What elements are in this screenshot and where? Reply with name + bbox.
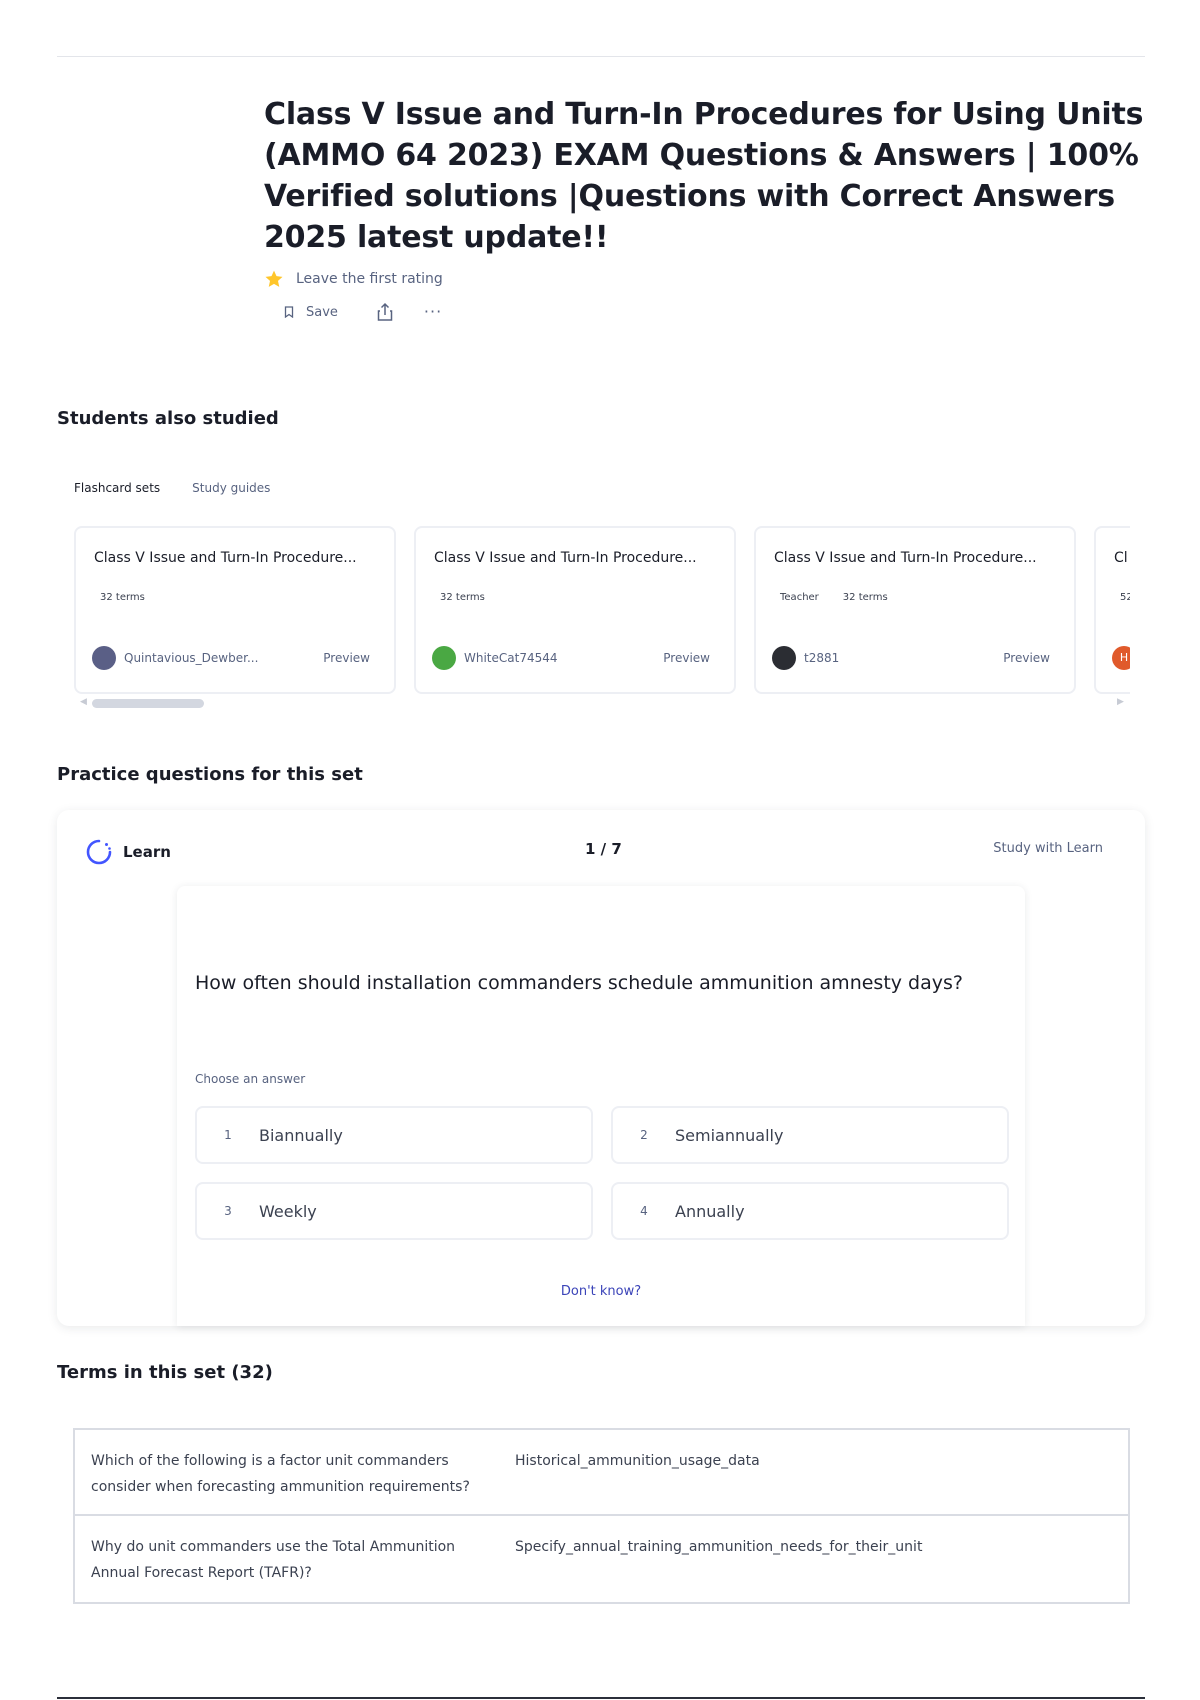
tab-flashcard-sets[interactable]: Flashcard sets — [74, 481, 160, 495]
answer-text: Weekly — [259, 1201, 317, 1221]
avatar — [92, 646, 116, 670]
card-role-badge: Teacher — [780, 592, 819, 603]
card-title: Class V Issue and Turn-In Procedure... — [434, 550, 697, 566]
answer-option-3[interactable]: 3 Weekly — [195, 1182, 593, 1240]
related-sets-carousel: Class V Issue and Turn-In Procedure... 3… — [74, 526, 1130, 696]
card-title: Class V Issue and Turn-In Procedure... — [94, 550, 357, 566]
related-set-card[interactable]: Class V Issue and Turn-In Procedure... 3… — [74, 526, 396, 694]
card-footer: WhiteCat74544 Preview — [432, 646, 710, 670]
related-set-card[interactable]: Class V Issue and Turn-In Procedure... 3… — [414, 526, 736, 694]
preview-button[interactable]: Preview — [323, 651, 370, 665]
practice-questions-heading: Practice questions for this set — [57, 764, 363, 785]
set-actions: Save ··· — [264, 300, 1144, 324]
study-with-learn-link[interactable]: Study with Learn — [993, 841, 1103, 856]
card-footer: t2881 Preview — [772, 646, 1050, 670]
card-term-count: 32 terms — [440, 592, 485, 603]
question-text: How often should installation commanders… — [195, 972, 963, 994]
answer-number: 1 — [224, 1128, 232, 1142]
table-row: Why do unit commanders use the Total Amm… — [75, 1516, 1128, 1602]
question-card: How often should installation commanders… — [177, 886, 1025, 1326]
avatar: H — [1112, 646, 1130, 670]
page-title: Class V Issue and Turn-In Procedures for… — [264, 97, 1144, 255]
learn-mode-label: Learn — [85, 838, 171, 866]
dont-know-button[interactable]: Don't know? — [177, 1284, 1025, 1299]
star-icon — [265, 270, 283, 287]
terms-table: Which of the following is a factor unit … — [73, 1428, 1130, 1604]
card-meta: 32 terms — [100, 592, 145, 603]
practice-panel: Learn 1 / 7 Study with Learn How often s… — [57, 810, 1145, 1326]
preview-button[interactable]: Preview — [663, 651, 710, 665]
terms-heading: Terms in this set (32) — [57, 1362, 273, 1383]
answer-number: 2 — [640, 1128, 648, 1142]
set-header: Class V Issue and Turn-In Procedures for… — [264, 94, 1144, 324]
card-meta: Teacher 32 terms — [780, 592, 888, 603]
card-meta: 32 terms — [440, 592, 485, 603]
answer-text: Annually — [675, 1201, 745, 1221]
term-question: Which of the following is a factor unit … — [91, 1453, 470, 1495]
card-footer: Quintavious_Dewber... Preview — [92, 646, 370, 670]
related-set-card[interactable]: Class V Issue and Turn-In Procedure... T… — [754, 526, 1076, 694]
answer-text: Biannually — [259, 1125, 343, 1145]
card-meta: 52 — [1120, 592, 1130, 603]
study-type-tabs: Flashcard sets Study guides — [74, 481, 270, 495]
card-term-count: 32 terms — [100, 592, 145, 603]
answer-option-4[interactable]: 4 Annually — [611, 1182, 1009, 1240]
card-username[interactable]: Quintavious_Dewber... — [124, 651, 311, 665]
share-icon[interactable] — [376, 302, 394, 322]
card-term-count: 52 — [1120, 592, 1130, 603]
card-title: Cl — [1114, 550, 1128, 566]
learn-label: Learn — [123, 843, 171, 861]
rating-link[interactable]: Leave the first rating — [296, 271, 443, 287]
avatar — [432, 646, 456, 670]
card-term-count: 32 terms — [842, 592, 888, 603]
term-question: Why do unit commanders use the Total Amm… — [91, 1539, 456, 1581]
choose-answer-label: Choose an answer — [195, 1072, 306, 1086]
answer-number: 3 — [224, 1204, 232, 1218]
question-progress: 1 / 7 — [585, 840, 622, 858]
top-divider — [57, 56, 1145, 57]
card-username[interactable]: t2881 — [804, 651, 991, 665]
students-also-studied-heading: Students also studied — [57, 408, 279, 429]
term-answer: Historical_ammunition_usage_data — [515, 1453, 760, 1469]
carousel-scrollbar[interactable] — [92, 699, 204, 708]
card-username[interactable]: WhiteCat74544 — [464, 651, 651, 665]
rating-row[interactable]: Leave the first rating — [264, 268, 1144, 290]
card-footer: H — [1112, 646, 1130, 670]
avatar — [772, 646, 796, 670]
scroll-right-icon[interactable]: ▶ — [1117, 697, 1124, 707]
answer-text: Semiannually — [675, 1125, 784, 1145]
term-answer: Specify_annual_training_ammunition_needs… — [515, 1539, 923, 1555]
card-title: Class V Issue and Turn-In Procedure... — [774, 550, 1037, 566]
bookmark-icon — [284, 306, 294, 318]
learn-icon — [86, 839, 112, 865]
bottom-divider — [57, 1697, 1145, 1699]
save-label: Save — [306, 304, 338, 320]
tab-study-guides[interactable]: Study guides — [192, 481, 270, 495]
answer-option-1[interactable]: 1 Biannually — [195, 1106, 593, 1164]
preview-button[interactable]: Preview — [1003, 651, 1050, 665]
table-row: Which of the following is a factor unit … — [75, 1430, 1128, 1516]
scroll-left-icon[interactable]: ◀ — [80, 697, 87, 707]
related-set-card[interactable]: Cl 52 H — [1094, 526, 1130, 694]
answer-number: 4 — [640, 1204, 648, 1218]
save-button[interactable]: Save — [284, 305, 338, 320]
more-options-button[interactable]: ··· — [424, 304, 442, 320]
answer-option-2[interactable]: 2 Semiannually — [611, 1106, 1009, 1164]
